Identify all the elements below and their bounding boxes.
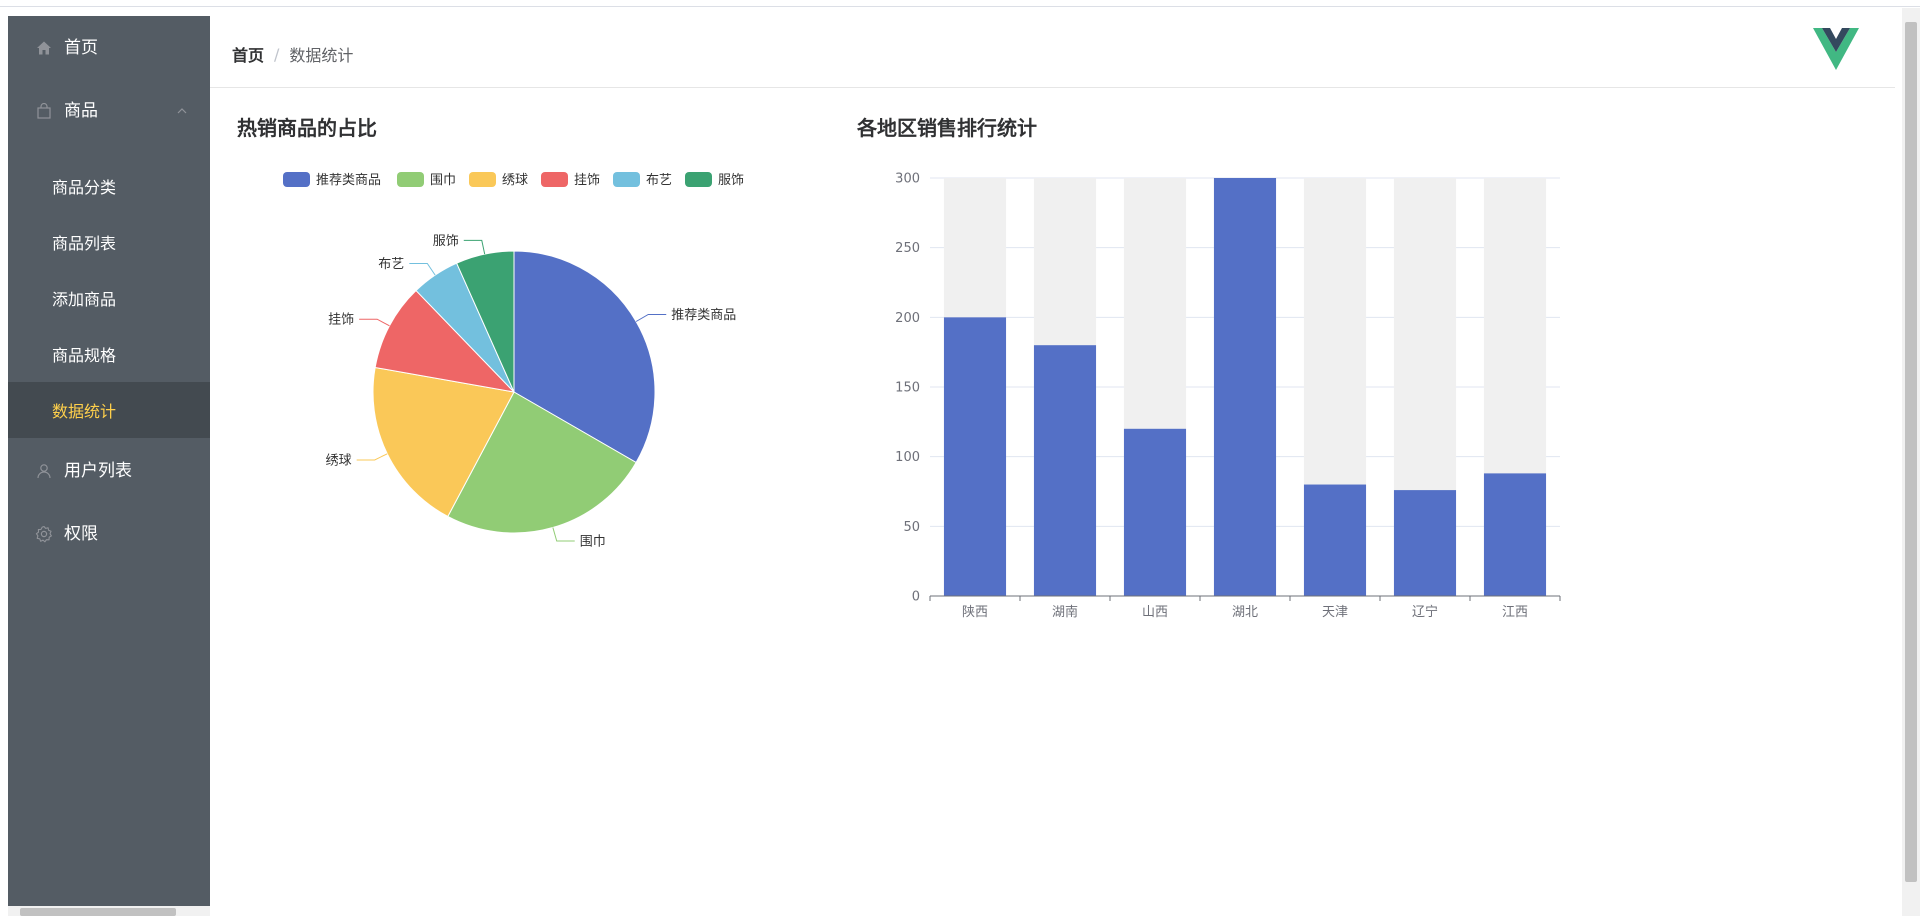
chevron-up-icon [177,108,187,114]
pie-legend-swatch [397,172,424,187]
breadcrumb-current: 数据统计 [289,46,354,65]
sidebar-subitem-label: 商品列表 [52,234,117,253]
breadcrumb: 首页 / 数据统计 [232,42,353,66]
pie-label-line [463,239,486,255]
bar-x-tick-label: 湖北 [1232,605,1258,620]
pie-slice-label: 挂饰 [328,313,354,328]
main-scrollbar-thumb[interactable] [1905,22,1917,882]
sidebar-item-users[interactable]: 用户列表 [8,439,210,503]
bar-天津[interactable] [1303,484,1367,596]
sidebar-subitem-label: 商品分类 [52,178,117,197]
pie-legend-swatch [283,172,310,187]
sidebar-item-label: 用户列表 [64,461,132,481]
pie-legend-item[interactable]: 服饰 [685,172,744,188]
sidebar-subitem-label: 添加商品 [52,290,117,309]
user-icon [34,461,54,481]
sidebar-subitem-label: 数据统计 [52,402,117,421]
pie-label-line [635,314,667,322]
sidebar-item-label: 商品 [64,101,98,121]
sidebar-item-goods[interactable]: 商品 [8,79,210,143]
pie-slice-label: 服饰 [433,234,459,249]
sidebar-subitem-goods-list[interactable]: 商品列表 [8,214,210,270]
breadcrumb-separator: / [274,44,280,64]
pie-legend-item[interactable]: 布艺 [613,172,672,188]
home-icon [34,38,54,58]
pie-label-line [552,527,575,542]
pie-chart: 推荐类商品 围巾 绣球 挂饰 布艺 服饰推荐类商品围巾绣球挂饰布艺服饰 [283,172,744,549]
bar-辽宁[interactable] [1393,490,1457,596]
pie-legend-label: 推荐类商品 [316,173,381,188]
pie-legend-swatch [685,172,712,187]
bar-x-tick-label: 辽宁 [1412,604,1438,620]
pie-legend-swatch [541,172,568,187]
pie-label-line [356,453,388,461]
bar-江西[interactable] [1483,473,1547,596]
bar-陕西[interactable] [943,317,1007,596]
pie-chart-title: 热销商品的占比 [237,116,377,140]
bar-y-tick-label: 200 [895,311,920,326]
pie-legend-item[interactable]: 围巾 [397,172,456,188]
pie-legend-label: 挂饰 [574,173,600,188]
pie-legend-swatch [469,172,496,187]
bar-y-tick-label: 50 [903,520,920,535]
pie-legend-swatch [613,172,640,187]
bar-x-tick-label: 江西 [1502,605,1528,620]
sidebar-subitem-label: 商品规格 [52,346,117,365]
pie-slice-label: 推荐类商品 [671,308,736,323]
bar-x-tick-label: 天津 [1322,605,1348,620]
sidebar-item-label: 首页 [64,38,98,58]
sidebar-item-home[interactable]: 首页 [8,16,210,80]
bar-y-tick-label: 150 [895,381,920,396]
bar-湖南[interactable] [1033,345,1097,596]
bar-y-tick-label: 0 [912,590,920,605]
pie-label-line [409,262,436,276]
bar-x-tick-label: 陕西 [962,605,988,620]
pie-slice-label: 绣球 [326,453,352,468]
bar-chart-title: 各地区销售排行统计 [857,116,1037,140]
vue-logo [1813,28,1859,70]
window-top-border [0,0,1920,7]
sidebar-item-permissions[interactable]: 权限 [8,502,210,566]
sidebar-menu: 首页 商品 商品分类 商品列表 添加商品 商品规格 数据统计 用户列表 权限 [8,16,210,916]
shopping-bag-icon [34,101,54,121]
breadcrumb-home-link[interactable]: 首页 [232,42,264,66]
sidebar-item-label: 权限 [64,524,98,544]
sidebar-subitem-category[interactable]: 商品分类 [8,158,210,214]
pie-legend-label: 围巾 [430,173,456,188]
pie-legend-item[interactable]: 推荐类商品 [283,172,381,188]
bar-y-tick-label: 100 [895,450,920,465]
bar-chart: 0 50 100 150 200 250 300 陕西 湖南 山西 湖北 天津 辽宁 江西 [895,172,1561,620]
bar-x-tick-label: 山西 [1142,605,1168,620]
bar-x-tick-label: 湖南 [1052,604,1078,620]
sidebar-subitem-statistics[interactable]: 数据统计 [8,382,210,438]
pie-legend-label: 绣球 [502,173,528,188]
sidebar-scrollbar-thumb[interactable] [20,908,176,916]
pie-legend-item[interactable]: 绣球 [469,172,528,188]
bar-y-tick-label: 300 [895,172,920,187]
pie-slice-label: 围巾 [580,534,606,549]
pie-label-line [359,318,390,327]
pie-legend-label: 服饰 [718,173,744,188]
pie-legend-label: 布艺 [646,173,672,188]
pie-legend-item[interactable]: 挂饰 [541,172,600,188]
bar-y-tick-label: 250 [895,241,920,256]
sidebar-subitem-goods-spec[interactable]: 商品规格 [8,326,210,382]
page-header: 首页 / 数据统计 [210,8,1895,88]
sidebar-subitem-add-goods[interactable]: 添加商品 [8,270,210,326]
pie-slice-label: 布艺 [378,257,404,272]
bar-山西[interactable] [1123,428,1187,596]
bar-湖北[interactable] [1213,178,1277,596]
gear-icon [34,524,54,544]
